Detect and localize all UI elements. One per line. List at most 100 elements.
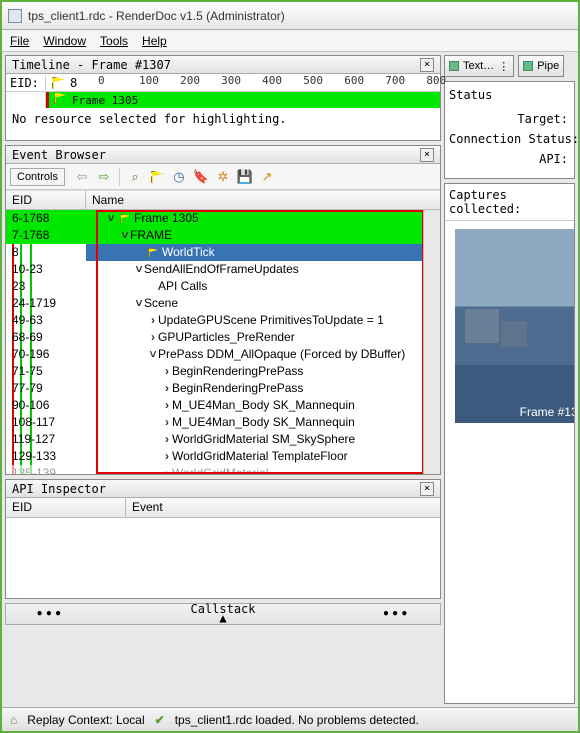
event-row[interactable]: 90-106›M_UE4Man_Body SK_Mannequin [6,397,440,414]
chevron-icon[interactable]: › [162,397,172,414]
chevron-icon[interactable]: › [162,448,172,465]
event-row[interactable]: 129-133›WorldGridMaterial TemplateFloor [6,448,440,465]
tab-pipeline-state[interactable]: Pipe [518,55,564,77]
status-header: Status [449,88,570,102]
chevron-icon[interactable]: › [148,329,158,346]
find-icon[interactable]: ⌕ [126,168,144,186]
event-label: BeginRenderingPrePass [172,380,303,397]
flag-icon [120,214,130,224]
column-header-event[interactable]: Event [126,498,440,517]
event-label: WorldGridMaterial SM_SkySphere [172,431,355,448]
capture-frame-label: Frame #1306 [520,405,574,419]
bookmark-select-icon[interactable]: 🔖 [192,168,210,186]
event-browser-rows[interactable]: 6-1768˅Frame 13057-1768˅FRAME8WorldTick1… [6,210,440,474]
event-row[interactable]: 68-69›GPUParticles_PreRender [6,329,440,346]
event-row[interactable]: 77-79›BeginRenderingPrePass [6,380,440,397]
callstack-bar[interactable]: ••• Callstack ▲ ••• [5,603,441,625]
event-row[interactable]: 6-1768˅Frame 1305 [6,210,440,227]
chevron-icon[interactable]: ˅ [148,346,158,363]
menubar: File Window Tools Help [2,30,578,52]
menu-window[interactable]: Window [43,34,86,48]
flag-icon[interactable] [52,77,64,89]
prev-arrow-icon[interactable]: ⇦ [73,168,91,186]
export-icon[interactable]: ↗ [258,168,276,186]
tab-icon [523,61,533,71]
event-row[interactable]: 71-75›BeginRenderingPrePass [6,363,440,380]
api-inspector-title: API Inspector [12,480,106,498]
event-browser-title: Event Browser [12,146,106,164]
scrollbar-thumb[interactable] [426,214,438,254]
event-row[interactable]: 10-23˅SendAllEndOfFrameUpdates [6,261,440,278]
chevron-icon[interactable]: ˅ [134,295,144,312]
next-arrow-icon[interactable]: ⇨ [95,168,113,186]
event-row[interactable]: 23API Calls [6,278,440,295]
event-label: SendAllEndOfFrameUpdates [144,261,299,278]
window-title: tps_client1.rdc - RenderDoc v1.5 (Admini… [28,9,285,23]
event-row[interactable]: 49-63›UpdateGPUScene PrimitivesToUpdate … [6,312,440,329]
dots-icon[interactable]: ••• [382,607,410,621]
column-header-name[interactable]: Name [86,191,440,209]
timer-icon[interactable]: ◷ [170,168,188,186]
chevron-icon[interactable]: ˅ [120,227,130,244]
event-browser-panel: Event Browser × Controls ⇦ ⇨ ⌕ ◷ 🔖 ✲ 💾 ↗… [5,145,441,475]
timeline-eid-value: 8 [70,76,98,90]
captures-panel: Captures collected: TP Frame #1306 [444,183,575,704]
event-row[interactable]: 70-196˅PrePass DDM_AllOpaque (Forced by … [6,346,440,363]
captures-header: Captures collected: [445,184,574,221]
event-label: WorldTick [162,244,215,261]
timeline-eid-label: EID: [6,76,46,90]
event-row[interactable]: 7-1768˅FRAME [6,227,440,244]
chevron-icon[interactable]: ˅ [106,210,116,227]
event-row[interactable]: 108-117›M_UE4Man_Body SK_Mannequin [6,414,440,431]
event-row[interactable]: 119-127›WorldGridMaterial SM_SkySphere [6,431,440,448]
flag-icon[interactable] [148,168,166,186]
dots-icon: ⋮ [498,60,509,73]
timeline-frame-bar[interactable]: Frame 1305 [46,92,440,108]
chevron-up-icon[interactable]: ▲ [219,614,226,623]
controls-button[interactable]: Controls [10,168,65,186]
event-label: WorldGridMaterial TemplateFloor [172,448,348,465]
flag-icon [148,248,158,258]
api-inspector-panel: API Inspector × EID Event [5,479,441,599]
save-icon[interactable]: 💾 [236,168,254,186]
status-target: Target: [449,112,570,126]
tab-texture-viewer[interactable]: Text…⋮ [444,55,514,77]
right-tabs: Text…⋮ Pipe [444,55,575,77]
chevron-icon[interactable]: › [148,312,158,329]
statusbar: ⌂ Replay Context: Local ✔ tps_client1.rd… [2,707,578,731]
chevron-icon[interactable]: ˅ [134,261,144,278]
menu-tools[interactable]: Tools [100,34,128,48]
timeline-panel: Timeline - Frame #1307 × EID: 8 0 100 20… [5,55,441,141]
menu-file[interactable]: File [10,34,29,48]
replay-context: Replay Context: Local [27,713,144,727]
document-icon [8,9,22,23]
capture-thumbnail[interactable]: TP Frame #1306 [455,229,574,423]
status-api: API: [449,152,570,166]
chevron-icon[interactable]: › [162,380,172,397]
event-row[interactable]: 24-1719˅Scene [6,295,440,312]
close-icon[interactable]: × [420,148,434,162]
menu-help[interactable]: Help [142,34,167,48]
event-label: M_UE4Man_Body SK_Mannequin [172,397,355,414]
timeline-ruler[interactable]: 0 100 200 300 400 500 600 700 800 [98,74,440,92]
chevron-icon[interactable]: › [162,431,172,448]
column-header-eid[interactable]: EID [6,191,86,209]
globe-icon: ⌂ [10,713,17,727]
api-inspector-rows[interactable] [6,518,440,598]
event-label: FRAME [130,227,172,244]
close-icon[interactable]: × [420,482,434,496]
event-label: Frame 1305 [134,210,199,227]
status-panel: Status Target: Connection Status: API: [444,81,575,179]
gear-icon[interactable]: ✲ [214,168,232,186]
chevron-icon[interactable]: › [162,414,172,431]
event-row[interactable]: 8WorldTick [6,244,440,261]
chevron-icon[interactable]: › [162,363,172,380]
event-label: M_UE4Man_Body SK_Mannequin [172,414,355,431]
status-message: tps_client1.rdc loaded. No problems dete… [175,713,419,727]
column-header-eid[interactable]: EID [6,498,126,517]
check-icon: ✔ [155,713,165,727]
timeline-message: No resource selected for highlighting. [6,108,440,140]
timeline-title: Timeline - Frame #1307 [12,56,171,74]
close-icon[interactable]: × [420,58,434,72]
dots-icon[interactable]: ••• [36,607,64,621]
